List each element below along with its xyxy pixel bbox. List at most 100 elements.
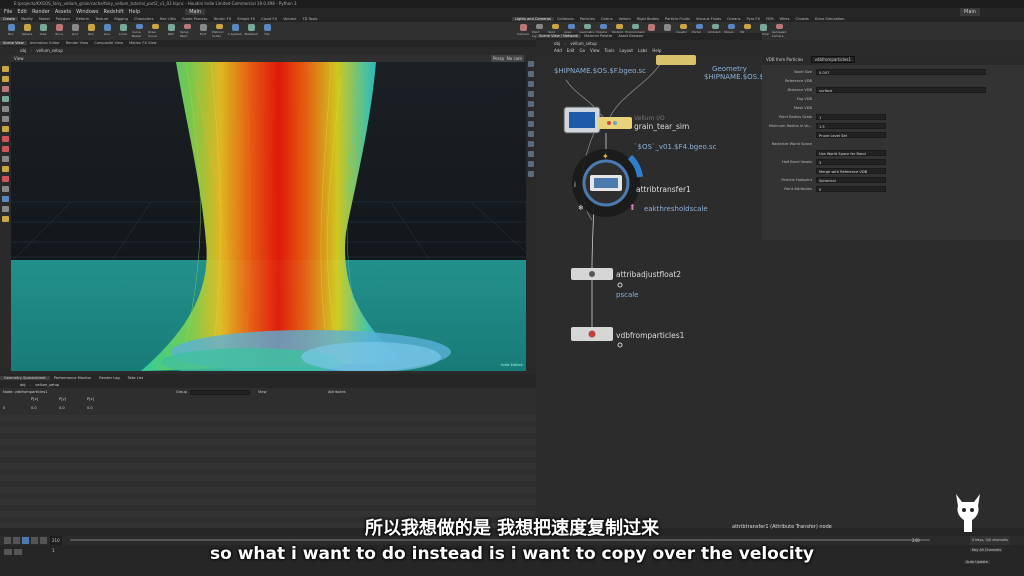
shelf-tool[interactable]: Grid bbox=[68, 24, 82, 38]
network-menu-item[interactable]: Tools bbox=[605, 48, 615, 53]
viewport-tab[interactable]: Motion FX View bbox=[126, 41, 160, 45]
param-field[interactable]: surface bbox=[816, 87, 986, 93]
display-option-icon[interactable] bbox=[528, 71, 534, 77]
param-field[interactable]: Use World Space for Band bbox=[816, 150, 886, 156]
shelf-tool[interactable]: Path bbox=[164, 24, 178, 38]
shelf-tool[interactable]: Line bbox=[100, 24, 114, 38]
viewport-tab[interactable]: Composite View bbox=[91, 41, 126, 45]
desktop-selector[interactable]: Main bbox=[185, 9, 206, 15]
bypass-icon[interactable]: ✦ bbox=[602, 152, 609, 161]
shelf-tool[interactable]: Null bbox=[84, 24, 98, 38]
display-option-icon[interactable] bbox=[528, 121, 534, 127]
param-field[interactable]: Spherical bbox=[816, 177, 886, 183]
spreadsheet-tab[interactable]: Take List bbox=[124, 376, 147, 380]
spreadsheet-tab[interactable]: Render Log bbox=[95, 376, 123, 380]
spreadsheet-tab[interactable]: Performance Monitor bbox=[50, 376, 96, 380]
network-menu-item[interactable]: Add bbox=[554, 48, 562, 53]
shelf-tool[interactable]: Gamepad Camera bbox=[772, 24, 786, 38]
display-flag-icon[interactable]: ⬆ bbox=[629, 203, 636, 212]
network-menu-item[interactable]: Help bbox=[652, 48, 661, 53]
menu-help[interactable]: Help bbox=[129, 9, 140, 15]
menu-assets[interactable]: Assets bbox=[55, 9, 71, 15]
spreadsheet-tab[interactable]: Geometry Spreadsheet bbox=[0, 376, 50, 380]
grain-tear-sim-node[interactable]: Vellum I/O grain_tear_sim `$OS`_v01.$F4.… bbox=[563, 106, 717, 151]
display-option-icon[interactable] bbox=[528, 161, 534, 167]
shelf-tab[interactable]: FEM bbox=[763, 17, 776, 21]
brush-icon[interactable] bbox=[2, 156, 9, 162]
path-node[interactable]: vellum_setup bbox=[36, 48, 63, 53]
shelf-tool[interactable]: Platonic Solids bbox=[212, 24, 226, 38]
shelf-tab[interactable]: Grains bbox=[598, 17, 616, 21]
render-region-icon[interactable] bbox=[2, 136, 9, 142]
desktop-selector-right[interactable]: Main bbox=[960, 8, 980, 16]
measure-icon[interactable] bbox=[2, 186, 9, 192]
info-icon[interactable]: i bbox=[574, 181, 576, 189]
shelf-tab[interactable]: Wires bbox=[777, 17, 793, 21]
shelf-tool[interactable]: Tube bbox=[36, 24, 50, 38]
handle-tool-icon[interactable] bbox=[2, 106, 9, 112]
network-menu-item[interactable]: Labs bbox=[638, 48, 647, 53]
shelf-tab[interactable]: Particles bbox=[577, 17, 598, 21]
network-tab[interactable]: Material Palette bbox=[581, 34, 615, 38]
shelf-tab[interactable]: Rigid Bodies bbox=[634, 17, 662, 21]
shelf-tab[interactable]: Deform bbox=[73, 17, 92, 21]
shelf-tool[interactable]: Box bbox=[4, 24, 18, 38]
shelf-tab[interactable]: Terrain FX bbox=[210, 17, 234, 21]
param-node-name[interactable]: vdbfromparticles1 bbox=[810, 56, 856, 63]
shelf-tab[interactable]: Oceans bbox=[724, 17, 743, 21]
menu-file[interactable]: File bbox=[4, 9, 12, 15]
shelf-tab[interactable]: Viscous Fluids bbox=[693, 17, 724, 21]
ss-path-node[interactable]: vellum_setup bbox=[35, 383, 59, 387]
param-field[interactable]: 1 bbox=[816, 114, 886, 120]
shelf-tab[interactable]: Rigging bbox=[111, 17, 131, 21]
attribadjustfloat2-node[interactable]: attribadjustfloat2 pscale bbox=[571, 268, 681, 299]
ss-view-label[interactable]: View bbox=[258, 389, 267, 395]
menu-redshift[interactable]: Redshift bbox=[103, 9, 123, 15]
scale-tool-icon[interactable] bbox=[2, 96, 9, 102]
magnet-icon[interactable] bbox=[2, 176, 9, 182]
display-option-icon[interactable] bbox=[528, 151, 534, 157]
shelf-tab[interactable]: Guide Process bbox=[179, 17, 210, 21]
shelf-tool[interactable]: Circle bbox=[116, 24, 130, 38]
camera-tool-icon[interactable] bbox=[2, 196, 9, 202]
vdbfromparticles1-node[interactable]: vdbfromparticles1 bbox=[571, 327, 685, 348]
shelf-tool[interactable]: Metaball bbox=[244, 24, 258, 38]
path-obj[interactable]: obj bbox=[20, 48, 26, 53]
shelf-tab[interactable]: Drive Simulation bbox=[812, 17, 848, 21]
shelf-tool[interactable]: File bbox=[260, 24, 274, 38]
menu-windows[interactable]: Windows bbox=[76, 9, 98, 15]
shelf-tool[interactable]: Torus bbox=[52, 24, 66, 38]
select-tool-icon[interactable] bbox=[2, 66, 9, 72]
shelf-tool[interactable]: L-System bbox=[228, 24, 242, 38]
snap-icon[interactable] bbox=[2, 146, 9, 152]
display-option-icon[interactable] bbox=[528, 81, 534, 87]
param-field[interactable]: Prune Level Set bbox=[816, 132, 886, 138]
shelf-tab[interactable]: Vellum bbox=[616, 17, 634, 21]
shelf-tool[interactable]: Font bbox=[196, 24, 210, 38]
network-menu-item[interactable]: View bbox=[590, 48, 600, 53]
file-node-top[interactable] bbox=[656, 55, 696, 65]
network-editor[interactable]: $HIPNAME.$OS.$F.bgeo.sc Geometry $HIPNAM… bbox=[536, 55, 764, 528]
rotate-tool-icon[interactable] bbox=[2, 86, 9, 92]
attribtransfer1-node[interactable]: i ✦ ❄ ⬆ attribtransfer1 eakthresholdscal… bbox=[572, 149, 708, 217]
net-path-obj[interactable]: obj bbox=[554, 41, 560, 46]
param-field[interactable]: Merge with Reference VDB bbox=[816, 168, 886, 174]
shelf-tool[interactable]: Spray Paint bbox=[180, 24, 194, 38]
view-tool-icon[interactable] bbox=[2, 116, 9, 122]
network-menu-item[interactable]: Layout bbox=[619, 48, 633, 53]
viewport-tab[interactable]: Animation Editor bbox=[27, 41, 63, 45]
column-header[interactable]: P[x] bbox=[31, 396, 38, 402]
network-menu-item[interactable]: Edit bbox=[567, 48, 575, 53]
column-header[interactable]: P[z] bbox=[87, 396, 94, 402]
shelf-tab[interactable]: Simple FX bbox=[234, 17, 258, 21]
display-option-icon[interactable] bbox=[528, 61, 534, 67]
visibility-icon[interactable] bbox=[2, 206, 9, 212]
pose-tool-icon[interactable] bbox=[2, 126, 9, 132]
column-header[interactable]: P[y] bbox=[59, 396, 66, 402]
shelf-tab[interactable]: TD Tools bbox=[299, 17, 320, 21]
shelf-tab[interactable]: Collisions bbox=[554, 17, 577, 21]
shelf-tool[interactable]: Camera bbox=[516, 24, 530, 38]
shelf-tool[interactable]: Draw Curve bbox=[148, 24, 162, 38]
shelf-tab[interactable]: Cloud FX bbox=[258, 17, 280, 21]
param-field[interactable]: 1.5 bbox=[816, 123, 886, 129]
